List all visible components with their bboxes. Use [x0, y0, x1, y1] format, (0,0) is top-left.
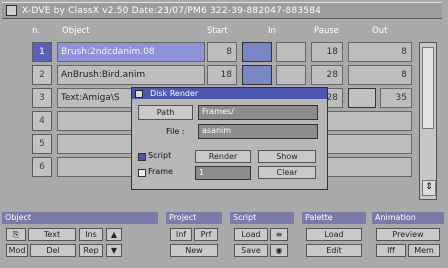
new-button[interactable]: New — [170, 244, 218, 257]
dialog-title: Disk Render — [150, 89, 199, 98]
frame-radio[interactable] — [138, 169, 146, 177]
file-label: File : — [166, 127, 185, 136]
palette-panel: Palette Load Edit — [302, 212, 366, 264]
script-save-button[interactable]: Save — [234, 244, 268, 257]
row-number[interactable]: 4 — [32, 111, 52, 131]
mod-button[interactable]: Mod — [6, 244, 28, 257]
out-effect-thumbnail[interactable] — [348, 88, 376, 108]
palette-edit-button[interactable]: Edit — [306, 244, 362, 257]
script-label: Script — [148, 151, 172, 160]
col-header-out: Out — [372, 26, 388, 36]
scroll-arrows-icon[interactable]: ⇕ — [422, 180, 436, 196]
list-scrollbar[interactable]: ⇕ — [419, 42, 437, 200]
in-value[interactable] — [276, 65, 306, 85]
path-field[interactable]: Frames/ — [198, 105, 318, 120]
disk-icon[interactable]: ◉ — [270, 244, 288, 257]
script-panel-label: Script — [230, 212, 294, 224]
disk-render-dialog: Disk Render Path Frames/ File : asanim S… — [131, 87, 328, 190]
table-row[interactable]: 2 AnBrush:Bird.anim 18 28 8 — [0, 65, 418, 87]
down-arrow-icon[interactable]: ▼ — [106, 244, 122, 257]
out-value[interactable]: 8 — [348, 65, 412, 85]
mem-button[interactable]: Mem — [408, 244, 440, 257]
up-arrow-icon[interactable]: ▲ — [106, 228, 122, 241]
clipboard-icon[interactable]: ⎘ — [6, 228, 26, 241]
file-field[interactable]: asanim — [198, 124, 318, 139]
object-name[interactable]: Brush:2ndcdanim.08 — [57, 42, 205, 62]
path-button[interactable]: Path — [138, 105, 193, 120]
frame-label: Frame — [148, 167, 173, 176]
script-panel: Script Load ≡ Save ◉ — [230, 212, 294, 264]
scrollbar-knob[interactable] — [422, 47, 434, 129]
object-name[interactable]: AnBrush:Bird.anim — [57, 65, 205, 85]
row-number[interactable]: 2 — [32, 65, 52, 85]
window-title: X-DVE by ClassX v2.50 Date:23/07/PM6 322… — [22, 5, 322, 16]
prf-button[interactable]: Prf — [194, 228, 218, 241]
object-panel: Object Text ⎘ Ins ▲ Mod Del Rep ▼ — [2, 212, 158, 264]
row-number[interactable]: 5 — [32, 134, 52, 154]
in-effect-thumbnail[interactable] — [242, 65, 272, 85]
pause-value[interactable]: 18 — [311, 42, 343, 62]
col-header-n: n. — [32, 26, 41, 36]
palette-panel-label: Palette — [302, 212, 366, 224]
out-value[interactable]: 35 — [380, 88, 412, 108]
project-panel-label: Project — [166, 212, 222, 224]
object-panel-label: Object — [2, 212, 158, 224]
row-number[interactable]: 1 — [32, 42, 52, 62]
frame-field[interactable]: 1 — [195, 166, 251, 180]
col-header-start: Start — [207, 26, 228, 36]
out-value[interactable]: 8 — [348, 42, 412, 62]
del-button[interactable]: Del — [30, 244, 76, 257]
table-row[interactable]: 1 Brush:2ndcdanim.08 8 18 8 — [0, 42, 418, 64]
preview-button[interactable]: Preview — [376, 228, 440, 241]
inf-button[interactable]: Inf — [170, 228, 192, 241]
col-header-in: In — [268, 26, 276, 36]
ins-button[interactable]: Ins — [79, 228, 103, 241]
row-number[interactable]: 6 — [32, 157, 52, 177]
dialog-title-bar[interactable]: Disk Render — [132, 88, 327, 99]
main-window: X-DVE by ClassX v2.50 Date:23/07/PM6 322… — [0, 0, 448, 268]
script-radio[interactable] — [138, 153, 146, 161]
show-button[interactable]: Show — [258, 150, 316, 163]
start-value[interactable]: 18 — [207, 65, 237, 85]
row-number[interactable]: 3 — [32, 88, 52, 108]
dialog-close-icon[interactable] — [135, 90, 143, 98]
pause-value[interactable]: 28 — [311, 65, 343, 85]
in-value[interactable] — [276, 42, 306, 62]
col-header-object: Object — [62, 26, 90, 36]
start-value[interactable]: 8 — [207, 42, 237, 62]
close-icon[interactable] — [6, 5, 17, 16]
title-bar[interactable]: X-DVE by ClassX v2.50 Date:23/07/PM6 322… — [2, 2, 442, 19]
in-effect-thumbnail[interactable] — [242, 42, 272, 62]
iff-button[interactable]: Iff — [376, 244, 406, 257]
script-options-icon[interactable]: ≡ — [270, 228, 288, 241]
animation-panel-label: Animation — [372, 212, 444, 224]
project-panel: Project Inf Prf New — [166, 212, 222, 264]
render-button[interactable]: Render — [195, 150, 251, 163]
col-header-pause: Pause — [314, 26, 339, 36]
rep-button[interactable]: Rep — [79, 244, 103, 257]
script-load-button[interactable]: Load — [234, 228, 268, 241]
palette-load-button[interactable]: Load — [306, 228, 362, 241]
animation-panel: Animation Preview Iff Mem — [372, 212, 444, 264]
clear-button[interactable]: Clear — [258, 166, 316, 179]
text-button[interactable]: Text — [28, 228, 76, 241]
